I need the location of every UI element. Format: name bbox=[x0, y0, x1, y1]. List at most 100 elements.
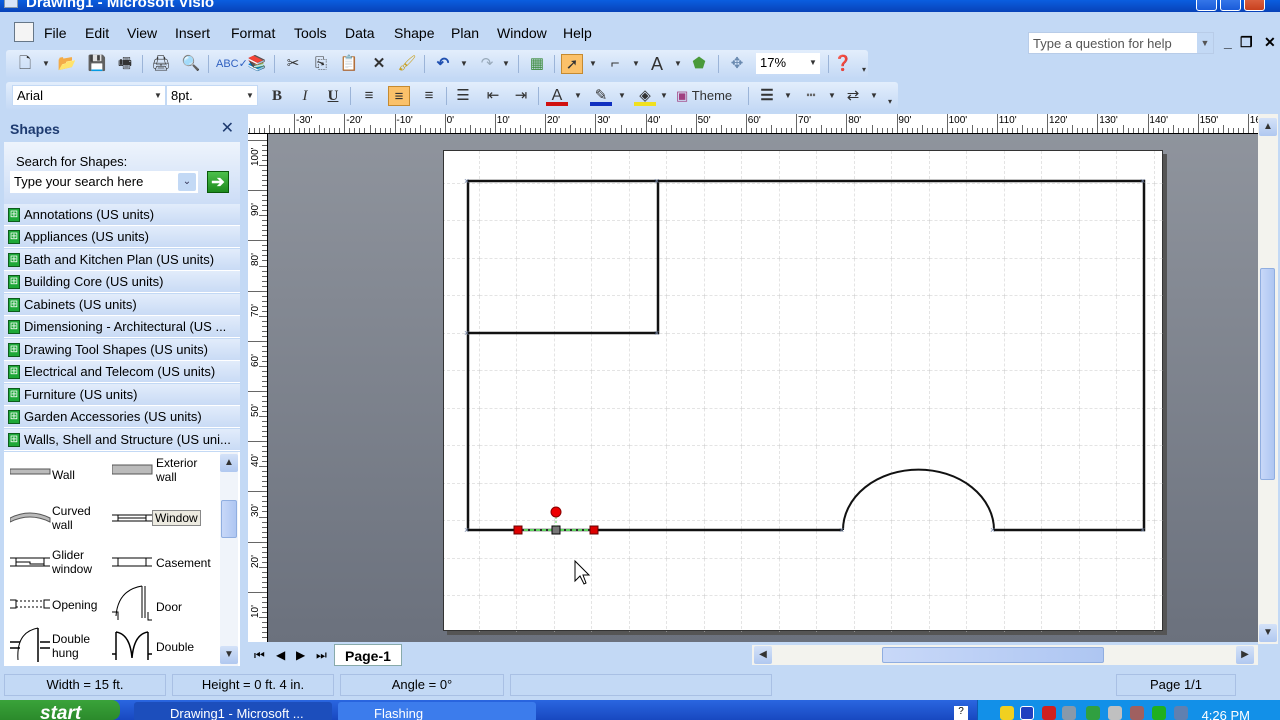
horizontal-scroll-thumb[interactable] bbox=[882, 647, 1104, 663]
tray-display-icon[interactable] bbox=[1174, 706, 1188, 720]
menu-edit[interactable]: Edit bbox=[85, 25, 109, 41]
stencil-electrical[interactable]: ⊞ Electrical and Telecom (US units) bbox=[4, 361, 240, 383]
scroll-left-icon[interactable]: ◀ bbox=[754, 646, 772, 664]
stencil-furniture[interactable]: ⊞ Furniture (US units) bbox=[4, 384, 240, 406]
page-tab-page-1[interactable]: Page-1 bbox=[334, 644, 402, 666]
font-dropdown-arrow[interactable]: ▼ bbox=[151, 86, 165, 105]
underline-icon[interactable]: U bbox=[322, 86, 344, 106]
line-pattern-icon[interactable]: ┅ bbox=[800, 86, 822, 106]
new-dropdown-arrow[interactable]: ▼ bbox=[42, 54, 50, 74]
close-button[interactable] bbox=[1244, 0, 1265, 11]
network-icon[interactable] bbox=[1062, 706, 1076, 720]
pointer-dropdown-arrow[interactable]: ▼ bbox=[589, 54, 597, 74]
line-ends-dropdown-arrow[interactable]: ▼ bbox=[870, 86, 878, 106]
undo-icon[interactable]: ↶ bbox=[432, 54, 454, 74]
undo-dropdown-arrow[interactable]: ▼ bbox=[460, 54, 468, 74]
start-button[interactable]: start bbox=[0, 700, 120, 720]
help-tray-icon[interactable]: ? bbox=[954, 706, 968, 720]
menu-shape[interactable]: Shape bbox=[394, 25, 434, 41]
redo-icon[interactable]: ↷ bbox=[476, 54, 498, 74]
help-icon[interactable]: ❓ bbox=[832, 54, 854, 74]
master-double-hung[interactable]: Double hung bbox=[8, 626, 104, 664]
decrease-indent-icon[interactable]: ⇤ bbox=[482, 86, 504, 106]
redo-dropdown-arrow[interactable]: ▼ bbox=[502, 54, 510, 74]
line-color-dropdown-arrow[interactable]: ▼ bbox=[618, 86, 626, 106]
theme-button[interactable]: ▣ Theme bbox=[676, 86, 742, 106]
search-shapes-input[interactable]: Type your search here ⌄ bbox=[10, 171, 198, 193]
shapes-pane-close-icon[interactable]: ✕ bbox=[221, 118, 234, 138]
menu-plan[interactable]: Plan bbox=[451, 25, 479, 41]
pan-zoom-icon[interactable]: ✥ bbox=[726, 54, 748, 74]
tray-app-icon[interactable] bbox=[1130, 706, 1144, 720]
right-endpoint-handle[interactable] bbox=[589, 525, 599, 535]
permission-icon[interactable]: 🖷 bbox=[114, 54, 136, 74]
zoom-dropdown-arrow[interactable]: ▼ bbox=[806, 53, 820, 72]
new-icon[interactable]: 🗋 bbox=[14, 54, 36, 74]
rotation-handle[interactable] bbox=[550, 506, 562, 518]
menu-window[interactable]: Window bbox=[497, 25, 547, 41]
fill-color-icon[interactable]: ◈ bbox=[634, 86, 656, 106]
font-combo[interactable]: Arial ▼ bbox=[12, 85, 166, 106]
menu-help[interactable]: Help bbox=[563, 25, 592, 41]
stencil-building-core[interactable]: ⊞ Building Core (US units) bbox=[4, 271, 240, 293]
toolbar-options-arrow[interactable]: ▾ bbox=[862, 60, 866, 80]
restore-button[interactable] bbox=[1220, 0, 1241, 11]
line-pattern-dropdown-arrow[interactable]: ▼ bbox=[828, 86, 836, 106]
font-size-dropdown-arrow[interactable]: ▼ bbox=[243, 86, 257, 105]
search-go-button[interactable]: ➔ bbox=[207, 171, 229, 193]
stencil-walls-shell[interactable]: ⊞ Walls, Shell and Structure (US uni... bbox=[4, 429, 240, 451]
drawing-page[interactable]: × × × × × × × × × bbox=[443, 150, 1164, 632]
open-icon[interactable]: 📂 bbox=[56, 54, 78, 74]
vertical-scroll-thumb[interactable] bbox=[1260, 268, 1275, 480]
app-tray-icon[interactable] bbox=[1020, 706, 1034, 720]
prev-page-icon[interactable]: ◀ bbox=[276, 648, 285, 662]
copy-icon[interactable]: ⎘ bbox=[310, 54, 332, 74]
align-left-icon[interactable]: ≡ bbox=[358, 86, 380, 106]
font-size-combo[interactable]: 8pt. ▼ bbox=[166, 85, 258, 106]
text-tool-icon[interactable]: A bbox=[646, 54, 668, 74]
messenger-icon[interactable] bbox=[1108, 706, 1122, 720]
help-search-input[interactable]: Type a question for help ▼ bbox=[1028, 32, 1214, 54]
menu-data[interactable]: Data bbox=[345, 25, 375, 41]
fill-color-dropdown-arrow[interactable]: ▼ bbox=[660, 86, 668, 106]
toolbar-options-arrow[interactable]: ▾ bbox=[888, 92, 892, 112]
last-page-icon[interactable]: ⏭ bbox=[316, 648, 327, 663]
doc-close-button[interactable]: ✕ bbox=[1264, 34, 1276, 51]
scroll-up-icon[interactable]: ▲ bbox=[220, 454, 238, 472]
update-icon[interactable] bbox=[1086, 706, 1100, 720]
pointer-tool-icon[interactable]: ➚ bbox=[561, 54, 583, 74]
help-dropdown-arrow[interactable]: ▼ bbox=[1197, 33, 1213, 53]
center-handle[interactable] bbox=[551, 525, 561, 535]
master-door[interactable]: Door bbox=[110, 582, 220, 622]
master-wall[interactable]: Wall bbox=[8, 464, 98, 494]
stencil-bath-kitchen[interactable]: ⊞ Bath and Kitchen Plan (US units) bbox=[4, 249, 240, 271]
doc-minimize-button[interactable]: _ bbox=[1224, 34, 1232, 50]
horizontal-ruler[interactable]: -30' -20' -10' 0' 10' 20' 30' 40' 50' 60' 70' 80' 90… bbox=[248, 114, 1258, 134]
font-color-dropdown-arrow[interactable]: ▼ bbox=[574, 86, 582, 106]
bullets-icon[interactable]: ☰ bbox=[452, 86, 474, 106]
stencil-annotations[interactable]: ⊞ Annotations (US units) bbox=[4, 204, 240, 226]
spelling-icon[interactable]: ABC✓ bbox=[216, 54, 248, 74]
stencil-scrollbar[interactable]: ▲ ▼ bbox=[220, 452, 238, 666]
vertical-ruler[interactable]: 100'90'80'70'60'50'40'30'20'10'0' bbox=[248, 134, 268, 642]
left-endpoint-handle[interactable] bbox=[513, 525, 523, 535]
master-curved-wall[interactable]: Curved wall bbox=[8, 504, 98, 536]
menu-format[interactable]: Format bbox=[231, 25, 275, 41]
master-glider-window[interactable]: Glider window bbox=[8, 548, 98, 580]
italic-icon[interactable]: I bbox=[294, 86, 316, 106]
task-visio[interactable]: Drawing1 - Microsoft ... bbox=[134, 702, 332, 720]
stencil-garden[interactable]: ⊞ Garden Accessories (US units) bbox=[4, 406, 240, 428]
vertical-scrollbar[interactable]: ▲ ▼ bbox=[1258, 114, 1278, 644]
cut-icon[interactable]: ✂ bbox=[282, 54, 304, 74]
minimize-button[interactable] bbox=[1196, 0, 1217, 11]
research-icon[interactable]: 📚 bbox=[246, 54, 268, 74]
zoom-combo[interactable]: 17% ▼ bbox=[756, 53, 820, 74]
drawing-tools-icon[interactable]: ⬟ bbox=[688, 54, 710, 74]
security-shield-icon[interactable] bbox=[1000, 706, 1014, 720]
master-exterior-wall[interactable]: Exterior wall bbox=[110, 456, 220, 488]
line-weight-dropdown-arrow[interactable]: ▼ bbox=[784, 86, 792, 106]
scroll-right-icon[interactable]: ▶ bbox=[1236, 646, 1254, 664]
stencil-drawing-tools[interactable]: ⊞ Drawing Tool Shapes (US units) bbox=[4, 339, 240, 361]
paste-icon[interactable]: 📋 bbox=[338, 54, 360, 74]
align-right-icon[interactable]: ≡ bbox=[418, 86, 440, 106]
